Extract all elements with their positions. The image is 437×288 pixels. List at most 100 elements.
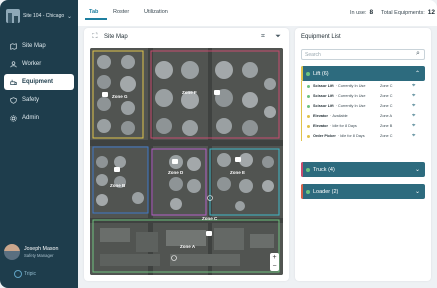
total-equipments-value: 12 (427, 9, 435, 16)
list-item[interactable]: Elevator · Idle for 8 Days Zone B ⌖ (302, 121, 425, 131)
brand-logo: Tripic (14, 270, 36, 278)
sidebar-item-site-map[interactable]: Site Map (4, 38, 74, 54)
item-zone: Zone C (380, 94, 393, 98)
zone-label-d: Zone D (168, 170, 184, 175)
filter-icon[interactable]: ⏷ (273, 32, 283, 42)
zoom-controls: + − (270, 253, 279, 271)
status-dot (306, 167, 310, 172)
item-name: Order Picker (313, 134, 336, 138)
item-zone: Zone C (380, 84, 393, 88)
sidebar-item-admin[interactable]: Admin (4, 110, 74, 126)
status-dot (307, 134, 310, 138)
user-name: Joseph Mason (24, 246, 59, 252)
zone-label-e: Zone E (230, 170, 245, 175)
equipment-list-card: Equipment List ⌕ Lift (6) ⌃ Scissor Lift… (295, 28, 431, 281)
status-dot (307, 114, 310, 118)
search-input[interactable] (301, 49, 425, 60)
item-status: Currently In Use (338, 84, 366, 88)
status-dot (307, 104, 310, 108)
zoom-in-button[interactable]: + (270, 253, 279, 262)
site-map-card: ⛶ Site Map ⌗ ⏷ Zone G Zone F Zone B Zone… (84, 28, 289, 281)
search-icon[interactable]: ⌕ (416, 50, 420, 58)
group-lift: Lift (6) ⌃ Scissor Lift · Currently In U… (301, 66, 425, 141)
zone-label-f: Zone F (182, 90, 197, 95)
item-status: Currently In Use (338, 94, 366, 98)
locate-icon[interactable]: ⌖ (412, 103, 415, 110)
group-header-loader[interactable]: Loader (2) ⌄ (301, 184, 425, 199)
chevron-down-icon: ⌄ (414, 189, 420, 195)
locate-icon[interactable]: ⌖ (412, 123, 415, 130)
sidebar-item-equipment[interactable]: Equipment (4, 74, 74, 90)
item-name: Scissor Lift (313, 94, 334, 98)
in-use-label: In use: (350, 10, 367, 16)
tab-tab[interactable]: Tab (89, 9, 98, 15)
group-label: Lift (6) (313, 70, 329, 77)
locate-icon[interactable]: ⌖ (412, 133, 415, 140)
list-item[interactable]: Elevator · Available Zone A ⌖ (302, 111, 425, 121)
status-dot (307, 84, 310, 88)
list-item[interactable]: Scissor Lift · Currently In Use Zone C ⌖ (302, 101, 425, 111)
status-dot (306, 189, 310, 194)
sidebar: Site 104 - Chicago ⌄ Site Map Worker Equ… (0, 0, 78, 288)
group-color-bar (301, 162, 303, 177)
aerial-map: Zone G Zone F Zone B Zone D Zone E Zone … (90, 48, 283, 275)
sidebar-item-safety[interactable]: Safety (4, 92, 74, 108)
sidebar-item-label: Safety (22, 97, 40, 103)
logo-icon (14, 270, 22, 278)
group-label: Truck (4) (313, 166, 335, 173)
locate-icon[interactable]: ⌖ (412, 113, 415, 120)
tab-roster[interactable]: Roster (113, 9, 129, 15)
zone-label-c: Zone C (202, 216, 218, 221)
item-status: Idle for 8 Days (340, 134, 365, 138)
total-equipments-stat: Total Equipments: 12 (381, 9, 435, 16)
group-loader: Loader (2) ⌄ (301, 184, 425, 199)
site-map-image[interactable]: Zone G Zone F Zone B Zone D Zone E Zone … (90, 48, 283, 275)
list-item[interactable]: Scissor Lift · Currently In Use Zone C ⌖ (302, 91, 425, 101)
group-truck: Truck (4) ⌄ (301, 162, 425, 177)
logo-text: Tripic (24, 271, 37, 277)
tab-utilization[interactable]: Utilization (144, 9, 168, 15)
item-status: Idle for 8 Days (332, 124, 357, 128)
zone-label-g: Zone G (112, 94, 128, 99)
item-name: Elevator (313, 114, 328, 118)
group-color-bar (301, 184, 303, 199)
item-zone: Zone C (380, 134, 393, 138)
sidebar-item-worker[interactable]: Worker (4, 56, 74, 72)
chevron-down-icon: ⌄ (414, 167, 420, 173)
fullscreen-icon[interactable]: ⌗ (258, 32, 268, 42)
group-header-truck[interactable]: Truck (4) ⌄ (301, 162, 425, 177)
active-tab-indicator (85, 18, 107, 20)
item-name: Scissor Lift (313, 104, 334, 108)
zone-label-a: Zone A (180, 244, 196, 249)
status-dot (307, 94, 310, 98)
list-item[interactable]: Order Picker · Idle for 8 Days Zone C ⌖ (302, 131, 425, 141)
status-dot (306, 71, 310, 76)
total-equipments-label: Total Equipments: (381, 10, 425, 16)
sidebar-item-label: Admin (22, 115, 40, 121)
avatar (4, 244, 20, 260)
item-status: Currently In Use (338, 104, 366, 108)
group-header-lift[interactable]: Lift (6) ⌃ (301, 66, 425, 81)
item-name: Elevator (313, 124, 328, 128)
expand-icon[interactable]: ⛶ (90, 32, 100, 42)
user-role: Safety Manager (24, 253, 54, 258)
status-dot (307, 124, 310, 128)
locate-icon[interactable]: ⌖ (412, 93, 415, 100)
site-selector[interactable]: Site 104 - Chicago ⌄ (6, 6, 72, 26)
group-color-bar (301, 66, 303, 81)
locate-icon[interactable]: ⌖ (412, 83, 415, 90)
site-map-header: ⛶ Site Map ⌗ ⏷ (84, 28, 289, 46)
list-item[interactable]: Scissor Lift · Currently In Use Zone C ⌖ (302, 81, 425, 91)
group-label: Loader (2) (313, 188, 339, 195)
in-use-stat: In use: 8 (350, 9, 373, 16)
item-zone: Zone B (380, 124, 393, 128)
sidebar-item-label: Equipment (22, 79, 53, 85)
equipment-icon (10, 79, 17, 85)
zone-label-b: Zone B (110, 183, 126, 188)
zoom-out-button[interactable]: − (270, 262, 279, 271)
map-icon (10, 42, 17, 50)
in-use-value: 8 (369, 9, 374, 16)
chevron-down-icon: ⌄ (66, 13, 72, 20)
chevron-up-icon: ⌃ (414, 71, 420, 77)
user-profile[interactable]: Joseph Mason Safety Manager (4, 242, 74, 262)
